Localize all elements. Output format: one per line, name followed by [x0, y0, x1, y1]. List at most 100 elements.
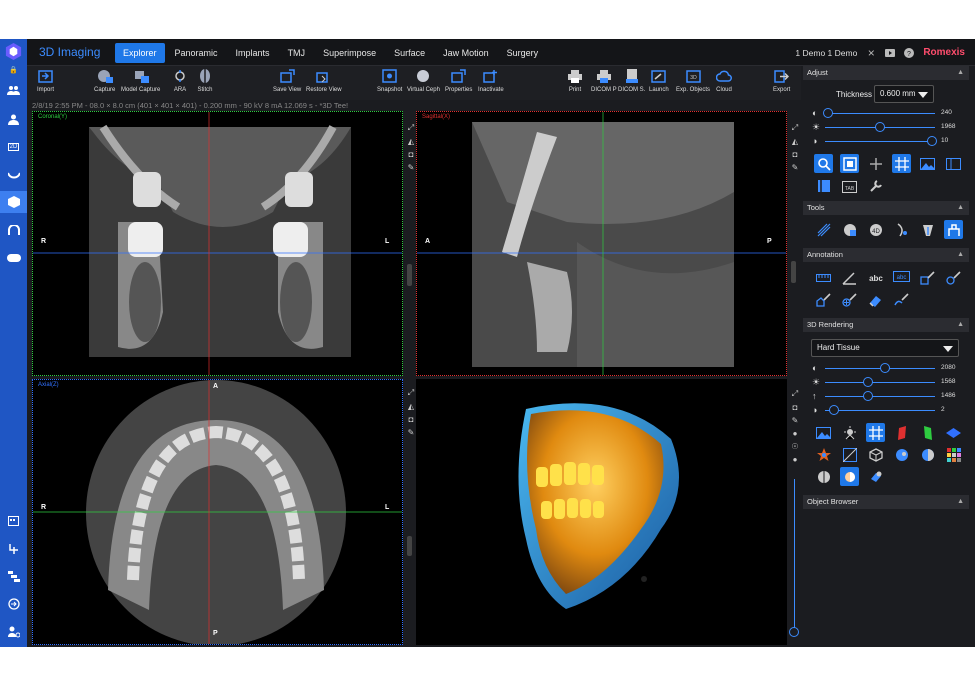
camera-icon[interactable]: ◘	[409, 150, 414, 159]
palette-icon[interactable]	[944, 445, 963, 464]
annotation-header[interactable]: Annotation ▲	[803, 248, 969, 262]
draw-circle-icon[interactable]	[944, 268, 963, 287]
head-blue-icon[interactable]	[892, 445, 911, 464]
calendar-icon[interactable]	[0, 509, 27, 531]
user-settings-icon[interactable]	[0, 621, 27, 643]
star-icon[interactable]	[814, 445, 833, 464]
slice-icon[interactable]: ◭	[408, 402, 414, 411]
face-scan-icon[interactable]	[840, 467, 859, 486]
camera-icon[interactable]: ◘	[409, 415, 414, 424]
image-icon[interactable]	[918, 154, 937, 173]
restore-view-button[interactable]: Restore View	[306, 68, 342, 93]
draw-polygon-icon[interactable]	[814, 290, 833, 309]
collapse-icon[interactable]: ▲	[957, 318, 964, 332]
help-icon[interactable]: ?	[904, 47, 915, 58]
head-tool-icon[interactable]	[840, 220, 859, 239]
axial-view[interactable]: Axial(Z) A P R L	[32, 379, 403, 645]
slider-knob[interactable]	[927, 136, 937, 146]
grid-icon[interactable]	[866, 423, 885, 442]
implant-icon[interactable]	[918, 220, 937, 239]
tab-tmj[interactable]: TMJ	[280, 43, 314, 63]
video-icon[interactable]	[885, 48, 896, 58]
collapse-icon[interactable]: ▲	[957, 495, 964, 509]
draw-marker-icon[interactable]	[840, 290, 859, 309]
import-button[interactable]: Import	[37, 68, 54, 93]
export-objects-button[interactable]: 3D Exp. Objects	[676, 68, 710, 93]
object-browser-header[interactable]: Object Browser ▲	[803, 495, 969, 509]
adjust-header[interactable]: Adjust ▲	[803, 66, 969, 80]
collapse-icon[interactable]: ▲	[957, 248, 964, 262]
image-icon[interactable]	[814, 423, 833, 442]
nerve-icon[interactable]	[814, 220, 833, 239]
cube-icon[interactable]	[866, 445, 885, 464]
maximize-icon[interactable]: ⤢	[792, 389, 798, 399]
maximize-icon[interactable]: ⤢	[792, 123, 798, 133]
tab-implants[interactable]: Implants	[228, 43, 278, 63]
render-gamma-slider[interactable]: ◑ 2	[803, 403, 969, 417]
handshake-icon[interactable]	[0, 537, 27, 559]
collapse-icon[interactable]: ▲	[957, 201, 964, 215]
wrench-icon[interactable]: ✎	[408, 163, 415, 172]
pano-icon[interactable]	[0, 247, 27, 269]
cloud-button[interactable]: Cloud	[716, 68, 732, 93]
3d-render-view[interactable]	[416, 379, 787, 645]
axial-scrollbar[interactable]	[407, 536, 412, 556]
render-brightness-slider[interactable]: ☀ 1568	[803, 375, 969, 389]
skull-icon[interactable]	[814, 467, 833, 486]
stitch-button[interactable]: Stitch	[197, 68, 213, 93]
maximize-icon[interactable]: ⤢	[408, 388, 414, 398]
3d-zoom-knob[interactable]	[789, 627, 799, 637]
render-opacity-slider[interactable]: ↑ 1486	[803, 389, 969, 403]
print-button[interactable]: Print	[567, 68, 583, 93]
dicom-print-button[interactable]: DICOM P	[591, 68, 617, 93]
pan-icon[interactable]	[866, 154, 885, 173]
3d-rendering-header[interactable]: 3D Rendering ▲	[803, 318, 969, 332]
slider-knob[interactable]	[823, 108, 833, 118]
light-icon[interactable]	[840, 423, 859, 442]
tab-surface[interactable]: Surface	[386, 43, 433, 63]
contrast-slider[interactable]: ◐ 240	[803, 106, 969, 120]
render-contrast-slider[interactable]: ◐ 2080	[803, 361, 969, 375]
add-object-icon[interactable]	[866, 467, 885, 486]
virtual-ceph-button[interactable]: Virtual Ceph	[407, 68, 440, 93]
export-button[interactable]: Export	[773, 68, 790, 93]
draw-rect-icon[interactable]	[918, 268, 937, 287]
slider-knob[interactable]	[862, 377, 873, 387]
airway-icon[interactable]	[944, 220, 963, 239]
angle-icon[interactable]	[840, 268, 859, 287]
arch-icon[interactable]	[0, 219, 27, 241]
patient-icon[interactable]	[0, 108, 27, 130]
model-capture-button[interactable]: Model Capture	[121, 68, 160, 93]
red-plane-icon[interactable]	[892, 423, 911, 442]
grid-icon[interactable]	[892, 154, 911, 173]
tab-surgery[interactable]: Surgery	[499, 43, 547, 63]
slider-knob[interactable]	[862, 391, 873, 401]
slider-knob[interactable]	[880, 363, 891, 373]
wrench-icon[interactable]	[866, 176, 885, 195]
calendar-tool-icon[interactable]: TAB	[840, 176, 859, 195]
2d-icon[interactable]: 2D	[0, 136, 27, 158]
layers-icon[interactable]	[0, 565, 27, 587]
rendering-preset-select[interactable]: Hard Tissue	[811, 339, 959, 357]
text-annotation-icon[interactable]: abc	[866, 268, 885, 287]
wrench-icon[interactable]: ✎	[408, 428, 415, 437]
lock-icon[interactable]: 🔒	[0, 65, 27, 75]
slice-icon[interactable]: ◭	[408, 137, 414, 146]
properties-button[interactable]: Properties	[445, 68, 472, 93]
ara-button[interactable]: ARA	[172, 68, 188, 93]
head-icon[interactable]: ●	[793, 429, 798, 438]
collapse-icon[interactable]: ▲	[957, 66, 964, 80]
maximize-icon[interactable]: ⤢	[408, 123, 414, 133]
capture-button[interactable]: Capture	[94, 68, 115, 93]
sagittal-scrollbar[interactable]	[791, 261, 796, 283]
gamma-slider[interactable]: ◑ 10	[803, 134, 969, 148]
fit-icon[interactable]	[840, 154, 859, 173]
dicom-send-button[interactable]: DICOM S.	[618, 68, 645, 93]
slider-knob[interactable]	[875, 122, 885, 132]
face-icon[interactable]: ●	[793, 455, 798, 464]
brightness-slider[interactable]: ☀ 1968	[803, 120, 969, 134]
eraser-icon[interactable]	[866, 290, 885, 309]
skull-icon[interactable]: ☉	[791, 442, 798, 451]
user-name[interactable]: 1 Demo 1 Demo	[795, 48, 857, 58]
clip-icon[interactable]	[840, 445, 859, 464]
